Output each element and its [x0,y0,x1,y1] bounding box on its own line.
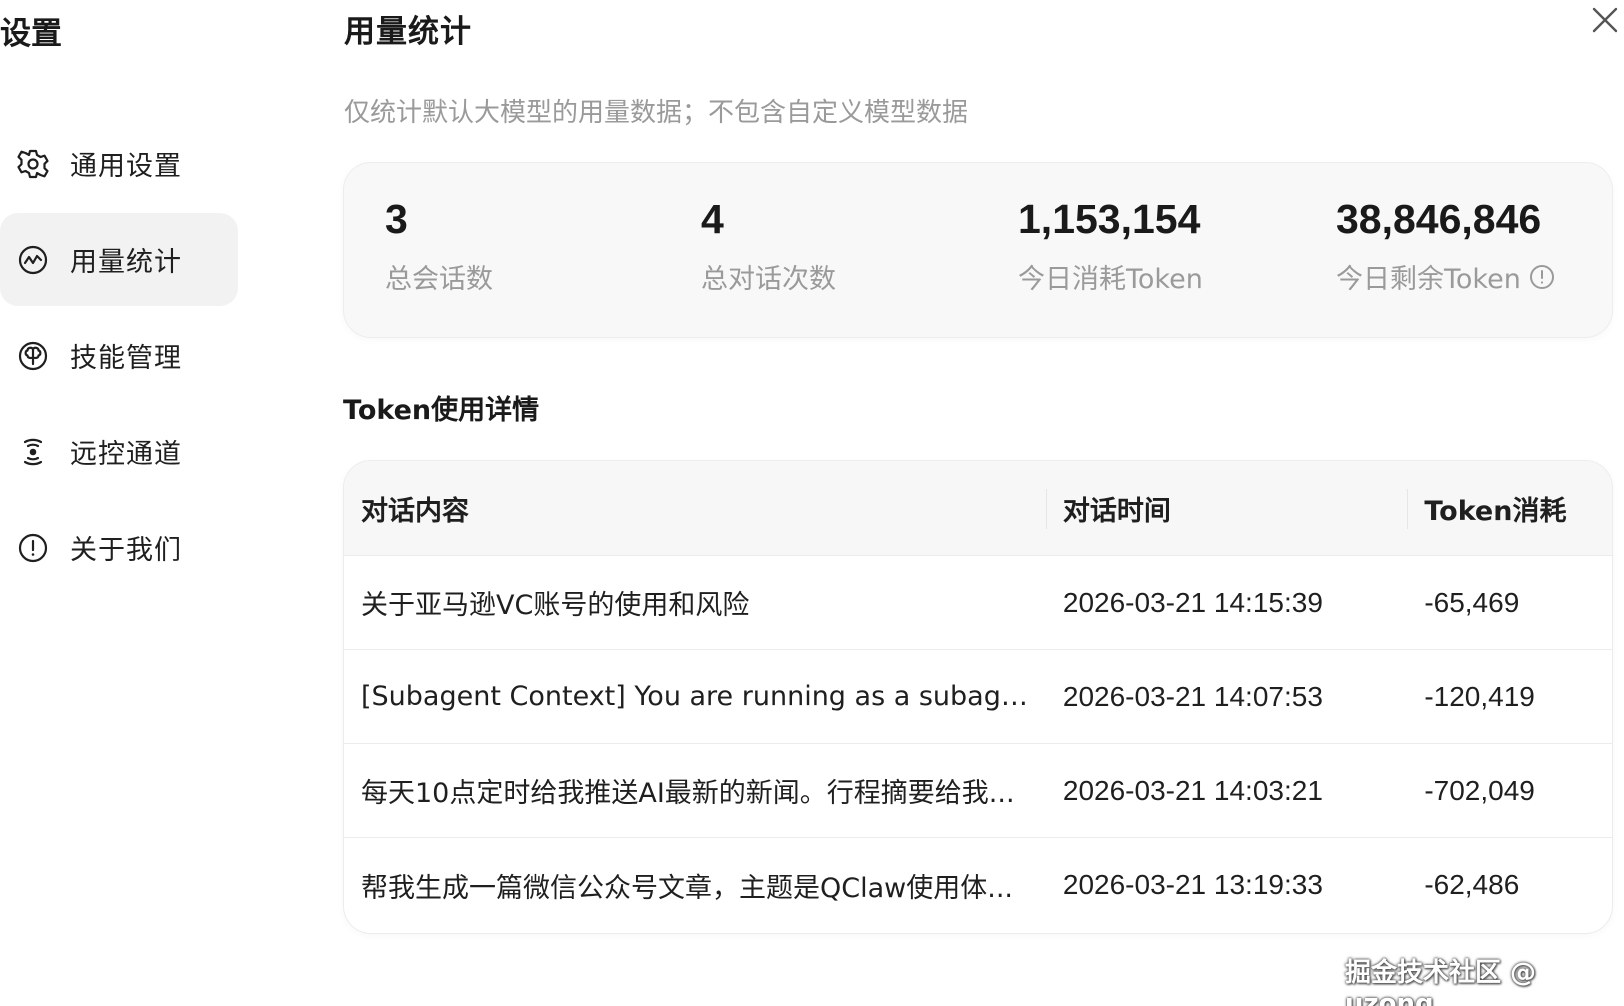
cell-token: -120,419 [1424,680,1535,712]
sidebar-item-about-us[interactable]: 关于我们 [0,501,238,594]
stat-total-sessions: 3 总会话数 [385,191,493,296]
settings-window: 设置 通用设置 用量统计 技能管理 远控通道 关于我们 用量统计 仅统计默认大模… [0,0,1624,1006]
stat-label: 今日剩余Token [1336,257,1555,296]
table-row[interactable]: 关于亚马逊VC账号的使用和风险 2026-03-21 14:15:39 -65,… [344,556,1612,650]
sidebar-item-general-settings[interactable]: 通用设置 [0,117,238,210]
brain-icon [16,339,50,373]
close-button[interactable] [1587,2,1623,38]
sidebar-title: 设置 [0,16,62,52]
cell-time: 2026-03-21 13:19:33 [1062,869,1323,900]
cell-token: -65,469 [1424,586,1520,618]
table-row[interactable]: 每天10点定时给我推送AI最新的新闻。行程摘要给我... 2026-03-21 … [344,744,1612,838]
sidebar-item-label: 通用设置 [70,151,182,182]
cell-token: -702,049 [1424,774,1535,806]
cell-content: 帮我生成一篇微信公众号文章，主题是QClaw使用体... [361,872,1013,904]
stat-value: 1,153,154 [1018,196,1201,242]
column-header-token: Token消耗 [1407,461,1612,556]
chart-line-icon [16,243,50,277]
cell-time: 2026-03-21 14:03:21 [1062,774,1323,806]
cell-content: [Subagent Context] You are running as a … [361,681,1046,712]
stat-label-text: 今日剩余Token [1336,264,1521,295]
gear-icon [16,147,50,181]
section-title-token-details: Token使用详情 [343,395,540,426]
close-icon [1592,7,1618,33]
stat-label-text: 总对话次数 [701,264,836,295]
watermark: 掘金技术社区 @ uzong [1345,958,1537,1006]
stat-total-conversations: 4 总对话次数 [701,191,836,296]
cell-time: 2026-03-21 14:07:53 [1062,680,1323,712]
stat-token-consumed-today: 1,153,154 今日消耗Token [1018,191,1203,296]
sidebar-nav: 通用设置 用量统计 技能管理 远控通道 关于我们 [0,117,238,597]
stat-label-text: 总会话数 [385,264,493,295]
info-icon[interactable] [1529,264,1555,290]
sidebar-item-label: 用量统计 [70,247,182,278]
column-header-content: 对话内容 [361,495,469,527]
cell-content: 关于亚马逊VC账号的使用和风险 [361,590,750,621]
cell-token: -62,486 [1424,869,1520,900]
sidebar-item-label: 关于我们 [70,535,182,566]
signal-icon [16,435,50,469]
table-row[interactable]: 帮我生成一篇微信公众号文章，主题是QClaw使用体... 2026-03-21 … [344,838,1612,932]
token-usage-table: 对话内容 对话时间 Token消耗 关于亚马逊VC账号的使用和风险 2026-0… [343,460,1613,934]
stat-label-text: 今日消耗Token [1018,264,1203,295]
page-subtitle: 仅统计默认大模型的用量数据；不包含自定义模型数据 [344,98,969,128]
stat-label: 总会话数 [385,257,493,296]
cell-content: 每天10点定时给我推送AI最新的新闻。行程摘要给我... [361,778,1015,809]
stat-label: 今日消耗Token [1018,257,1203,296]
column-header-time: 对话时间 [1045,461,1407,556]
sidebar-item-label: 远控通道 [70,439,182,470]
sidebar-item-skill-management[interactable]: 技能管理 [0,309,238,402]
cell-time: 2026-03-21 14:15:39 [1062,586,1323,618]
page-title: 用量统计 [344,14,472,50]
info-icon [16,531,50,565]
table-row[interactable]: [Subagent Context] You are running as a … [344,650,1612,744]
sidebar-item-label: 技能管理 [70,343,182,374]
stat-value: 38,846,846 [1336,196,1542,242]
table-header: 对话内容 对话时间 Token消耗 [344,461,1612,556]
stat-value: 4 [701,196,724,242]
stats-card: 3 总会话数 4 总对话次数 1,153,154 今日消耗Token 38,84… [343,162,1613,338]
sidebar-item-remote-channel[interactable]: 远控通道 [0,405,238,498]
stat-label: 总对话次数 [701,257,836,296]
stat-value: 3 [385,196,408,242]
stat-token-remaining-today: 38,846,846 今日剩余Token [1336,191,1555,296]
sidebar-item-usage-stats[interactable]: 用量统计 [0,213,238,306]
